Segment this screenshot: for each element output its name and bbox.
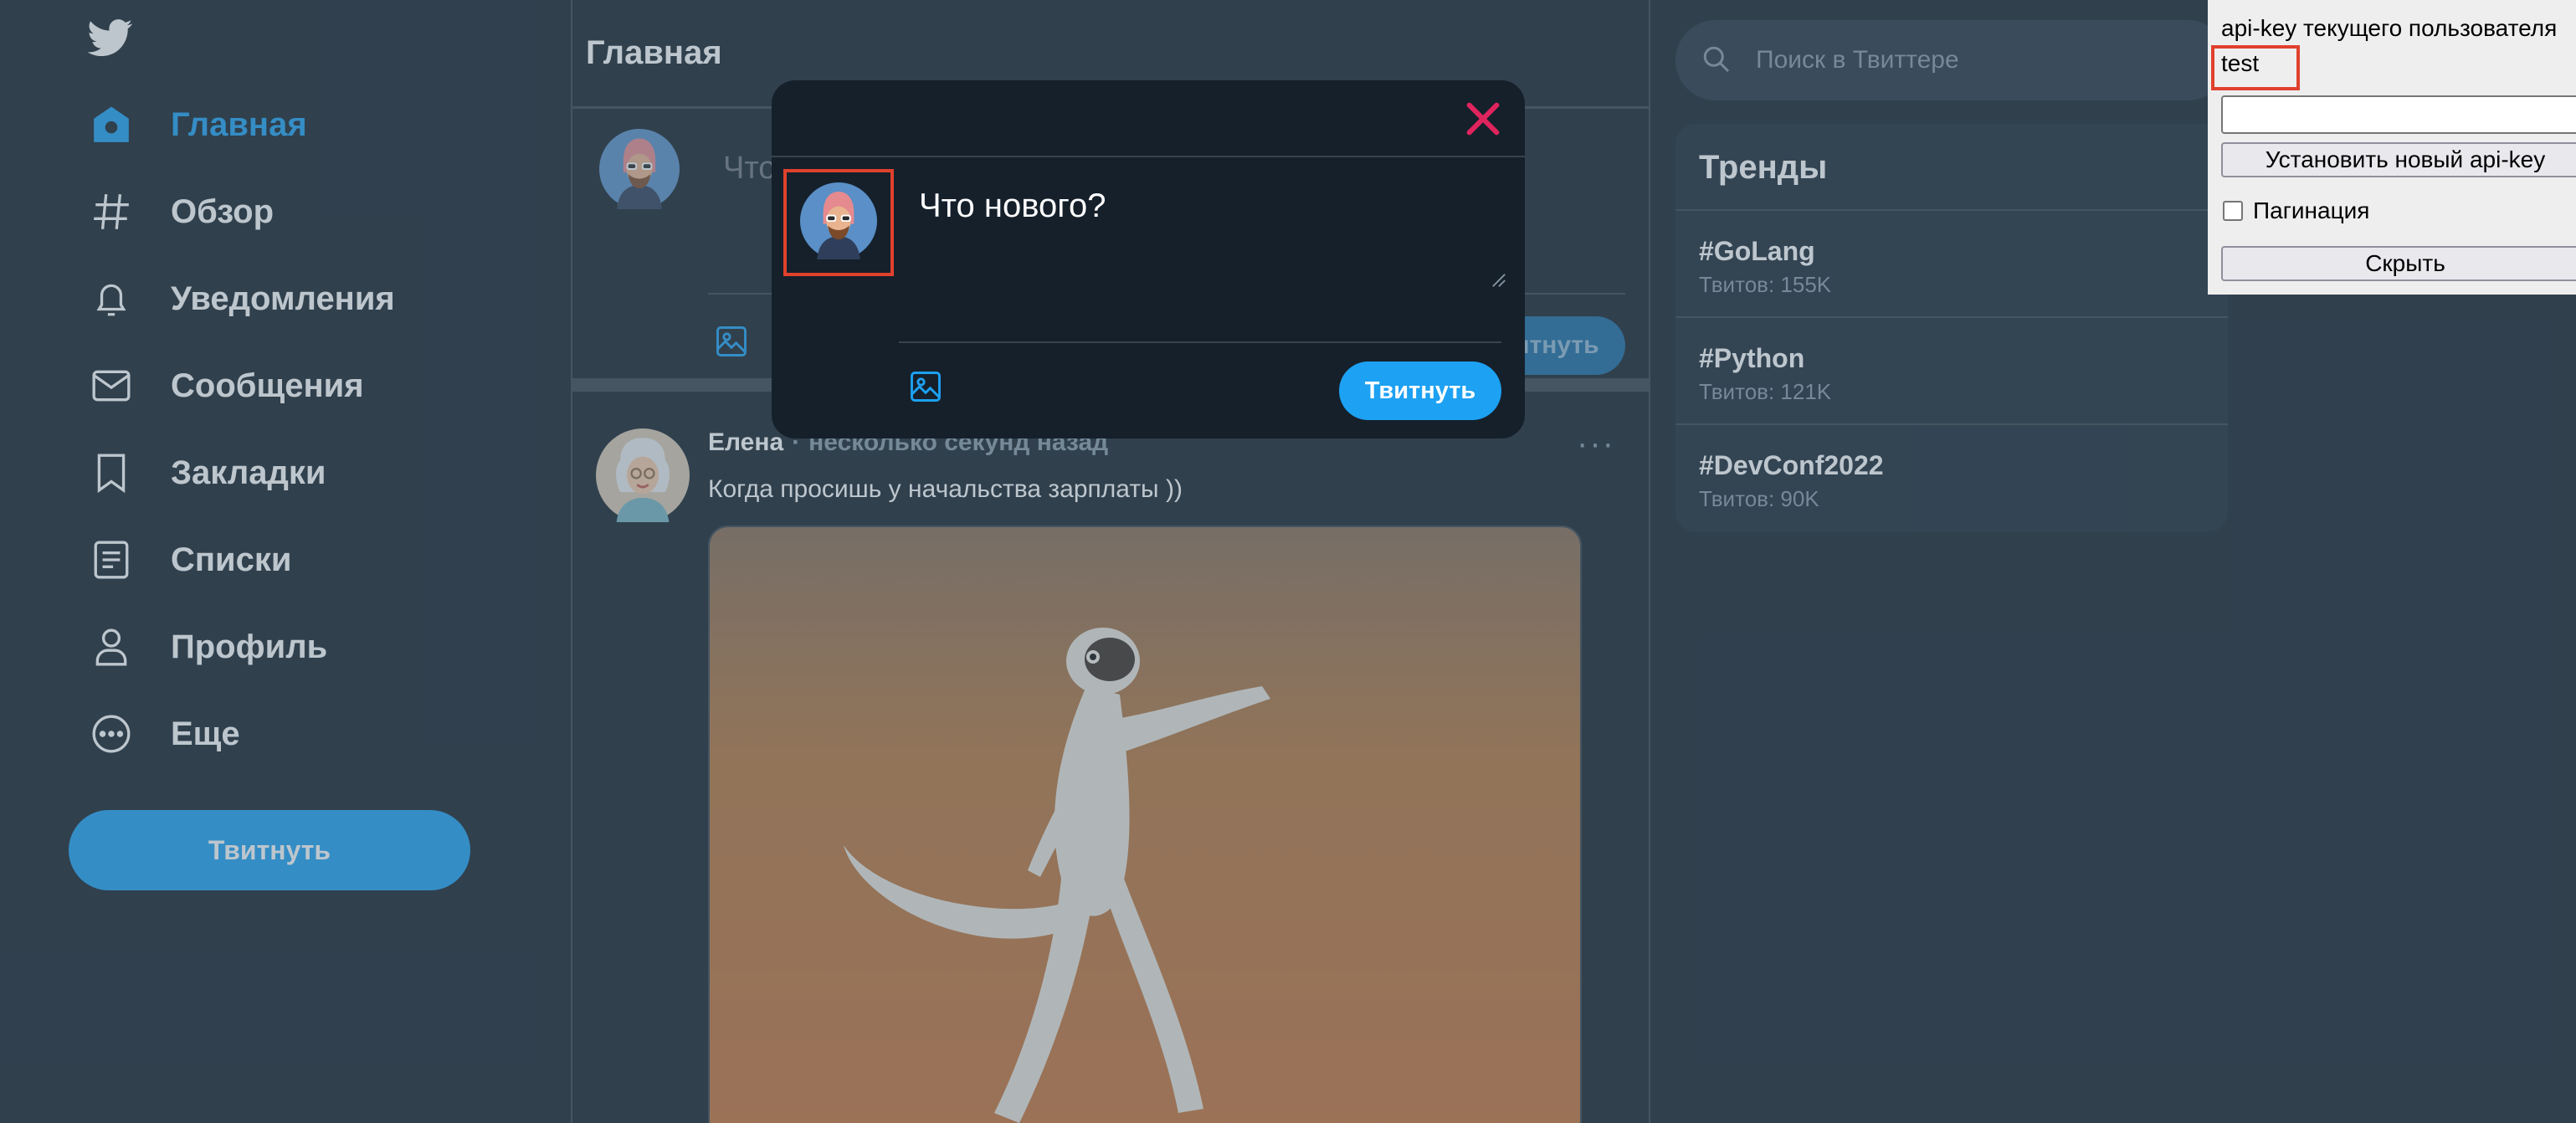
pagination-checkbox[interactable] [2223,201,2243,221]
avatar-highlight [783,169,894,276]
new-api-key-input[interactable] [2221,95,2576,134]
modal-tweet-button[interactable]: Твитнуть [1339,362,1501,420]
set-api-key-button[interactable]: Установить новый api-key [2221,142,2576,177]
hide-button[interactable]: Скрыть [2221,246,2576,281]
tweet-textarea[interactable]: Что нового? [919,187,1438,288]
modal-header [772,80,1525,157]
resize-handle-icon[interactable] [1491,273,1506,292]
divider [899,341,1501,343]
compose-modal: Что нового? Твитнуть [772,80,1525,438]
image-icon[interactable] [907,368,944,409]
avatar[interactable] [800,182,877,264]
api-key-label: api-key текущего пользователя [2221,15,2558,41]
close-icon[interactable] [1460,95,1506,142]
api-key-panel: api-key текущего пользователя test Устан… [2208,0,2576,295]
current-api-key: test [2221,50,2260,76]
pagination-label: Пагинация [2253,197,2370,223]
